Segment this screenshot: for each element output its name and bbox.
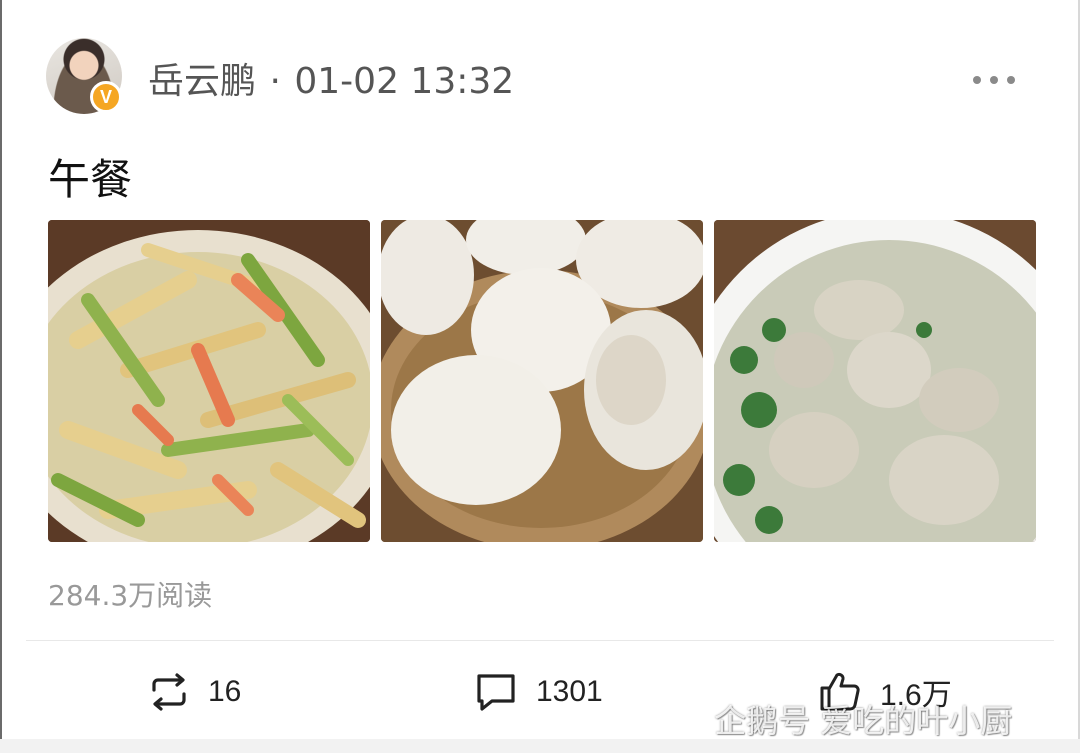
photo-grid xyxy=(48,220,1036,542)
meta-separator: · xyxy=(269,61,281,102)
photo-celery-yuba-dish[interactable] xyxy=(48,220,370,542)
watermark-text: 企鹅号 爱吃的叶小厨 xyxy=(714,702,1013,740)
post-header: V 岳云鹏 · 01-02 13:32 xyxy=(46,38,1046,114)
post-timestamp: 01-02 13:32 xyxy=(294,61,515,102)
more-horizontal-icon xyxy=(973,76,1015,84)
verified-badge-icon: V xyxy=(90,81,122,113)
repost-icon xyxy=(152,673,186,711)
author-name[interactable]: 岳云鹏 xyxy=(148,61,256,102)
repost-count: 16 xyxy=(208,675,242,708)
more-options-icon[interactable] xyxy=(972,68,1016,85)
read-count: 284.3万阅读 xyxy=(48,579,213,612)
photo-steamed-buns[interactable] xyxy=(381,220,703,542)
comment-button[interactable]: 1301 xyxy=(474,664,603,720)
window-border-left xyxy=(0,0,2,753)
post-text: 午餐 xyxy=(48,155,133,204)
comment-count: 1301 xyxy=(536,675,603,708)
photo-meatball-soup[interactable] xyxy=(714,220,1036,542)
watermark: 企鹅号 爱吃的叶小厨 xyxy=(670,696,1012,742)
bottom-band xyxy=(0,739,1080,753)
penguin-logo-icon xyxy=(670,702,714,740)
comment-icon xyxy=(477,674,515,711)
repost-button[interactable]: 16 xyxy=(148,664,241,720)
post-meta: 岳云鹏 · 01-02 13:32 xyxy=(148,52,514,104)
divider xyxy=(26,640,1054,641)
